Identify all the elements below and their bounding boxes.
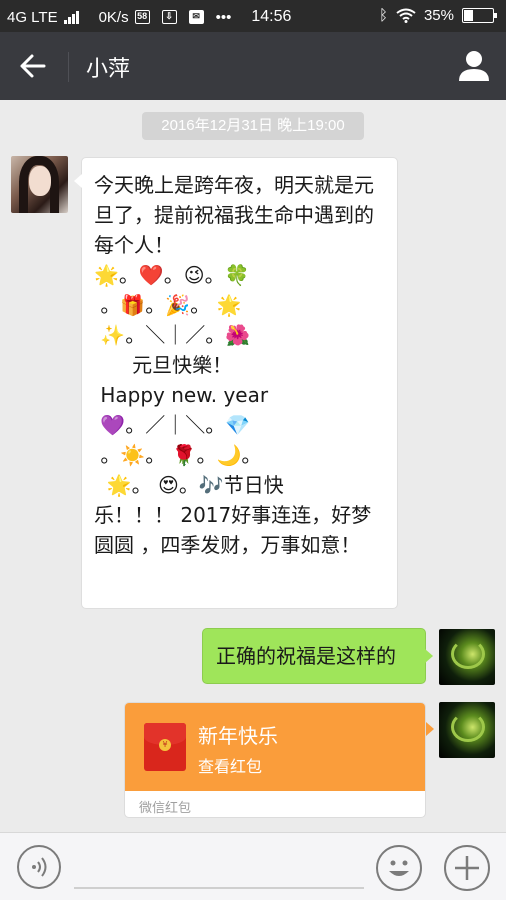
person-icon bbox=[459, 51, 489, 81]
red-packet-footer: 微信红包 bbox=[139, 801, 192, 816]
app-notification-icon: 58 bbox=[134, 10, 150, 24]
wifi-icon bbox=[396, 8, 416, 23]
emoji-icon bbox=[389, 860, 409, 876]
voice-input-button[interactable] bbox=[17, 845, 61, 889]
message-text-line: 🌟。 😍。🎶节日快 bbox=[94, 473, 284, 497]
outgoing-message-bubble[interactable]: 正确的祝福是这样的 bbox=[202, 628, 433, 684]
bluetooth-icon: ᛒ bbox=[378, 7, 388, 24]
message-text-line: 今天晚上是跨年夜，明天就是元旦了，提前祝福我生命中遇到的每个人！ bbox=[94, 173, 374, 257]
my-avatar[interactable] bbox=[439, 702, 495, 758]
red-packet-subtitle: 查看红包 bbox=[198, 757, 263, 776]
back-arrow-icon bbox=[20, 54, 46, 78]
red-envelope-icon: ¥ bbox=[144, 723, 186, 771]
input-bar bbox=[0, 832, 506, 900]
red-packet-tail bbox=[426, 722, 434, 736]
message-text-line: 乐！！！ 2017好事连连，好梦圆圆 ，四季发财，万事如意！ bbox=[94, 503, 372, 557]
message-text-line: 。🎁。🎉。 🌟 bbox=[94, 293, 242, 317]
battery-fill bbox=[464, 10, 474, 21]
message-text-line: 。☀️。 🌹。🌙。 bbox=[94, 443, 262, 467]
chat-title: 小萍 bbox=[86, 57, 131, 82]
emoji-button[interactable] bbox=[376, 845, 422, 891]
back-button[interactable] bbox=[12, 46, 56, 86]
status-bar: 4G LTE 0K/s 58 ⇩ ✉ ••• 14:56 ᛒ 35% bbox=[0, 0, 506, 32]
plus-icon bbox=[455, 856, 479, 880]
contact-info-button[interactable] bbox=[456, 48, 492, 84]
voice-icon bbox=[32, 857, 47, 877]
battery-percent: 35% bbox=[423, 7, 454, 24]
nav-divider bbox=[68, 52, 69, 82]
red-packet-title: 新年快乐 bbox=[198, 724, 278, 748]
my-avatar[interactable] bbox=[439, 629, 495, 685]
signal-icon bbox=[63, 10, 79, 24]
message-text-line: Happy new. year bbox=[94, 383, 269, 407]
nav-bar: 小萍 bbox=[0, 32, 506, 100]
message-text-line: 元旦快樂！ bbox=[94, 353, 233, 377]
message-text-line: ✨。＼｜／。🌺 bbox=[94, 323, 251, 347]
message-notification-icon: ✉ bbox=[188, 10, 204, 24]
network-label: 4G LTE bbox=[7, 8, 58, 26]
message-text-line: 🌟。❤️。😉。🍀 bbox=[94, 263, 250, 287]
more-options-button[interactable] bbox=[444, 845, 490, 891]
red-packet-message[interactable]: ¥ 新年快乐 查看红包 微信红包 bbox=[124, 702, 426, 818]
network-speed: 0K/s bbox=[98, 8, 129, 26]
message-input-field[interactable] bbox=[74, 887, 364, 889]
incoming-message-bubble[interactable]: 今天晚上是跨年夜，明天就是元旦了，提前祝福我生命中遇到的每个人！ 🌟。❤️。😉。… bbox=[74, 157, 398, 609]
clock: 14:56 bbox=[251, 8, 292, 25]
battery-icon bbox=[462, 8, 497, 23]
more-notifications-icon: ••• bbox=[215, 8, 232, 26]
contact-avatar[interactable] bbox=[11, 156, 68, 213]
download-notification-icon: ⇩ bbox=[161, 10, 177, 24]
message-timestamp: 2016年12月31日 晚上19:00 bbox=[142, 112, 364, 140]
message-text-line: 💜。／｜＼。💎 bbox=[94, 413, 251, 437]
